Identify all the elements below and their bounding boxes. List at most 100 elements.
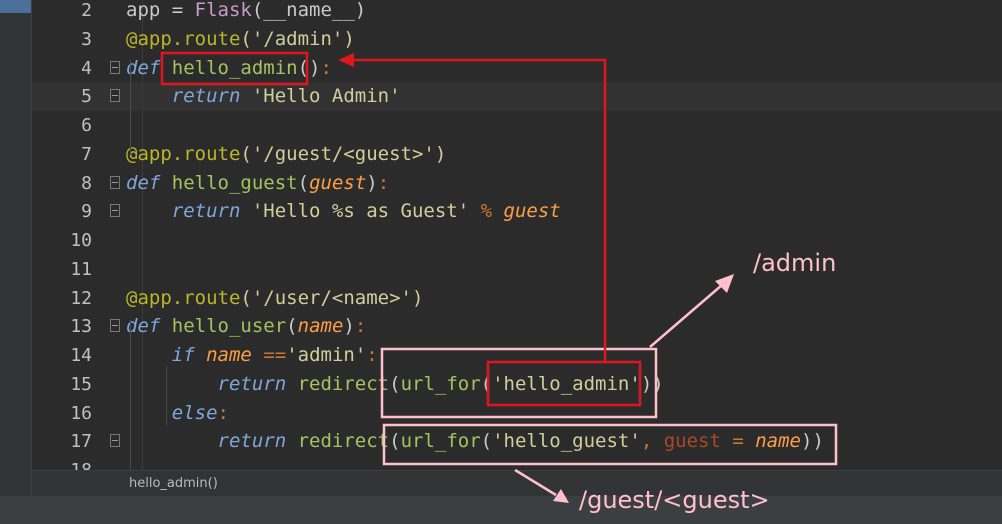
code-token: hello_admin <box>160 56 298 79</box>
fold-marker-icon[interactable] <box>110 89 120 103</box>
line-number: 12 <box>70 287 92 309</box>
code-line[interactable]: 11 <box>32 255 1002 284</box>
line-number: 16 <box>70 402 92 424</box>
code-token: ('/guest/<guest>') <box>240 142 447 165</box>
breadcrumb[interactable]: hello_admin() <box>129 471 218 496</box>
code-token: return <box>217 372 287 395</box>
code-token: () <box>297 56 321 79</box>
line-number: 10 <box>70 230 92 251</box>
code-line[interactable]: 12 @app.route('/user/<name>') <box>32 284 1002 313</box>
tool-window-tab[interactable] <box>0 0 32 13</box>
code-token: return <box>171 200 241 223</box>
indent-guide <box>130 60 131 155</box>
code-token: app <box>126 0 161 21</box>
code-text: return redirect(url_for('hello_guest', g… <box>126 427 824 456</box>
indent-guide <box>130 320 131 470</box>
code-line[interactable]: 10 <box>32 226 1002 255</box>
code-token: return <box>171 85 241 108</box>
code-token: ) <box>343 315 355 338</box>
line-number: 15 <box>70 373 92 395</box>
fold-marker-icon[interactable] <box>110 319 120 333</box>
code-token: Flask <box>194 0 252 21</box>
code-token: ('/admin') <box>240 27 355 50</box>
annotation-admin-route: /admin <box>753 249 837 277</box>
code-token: = <box>160 0 195 21</box>
code-text: return redirect(url_for('hello_admin')) <box>126 370 664 399</box>
fold-marker-icon[interactable] <box>110 175 120 189</box>
code-token: url_for <box>400 430 481 453</box>
code-token: guest <box>309 171 367 194</box>
line-number: 14 <box>70 345 92 366</box>
code-token: def <box>126 315 161 338</box>
code-line[interactable]: 9 return 'Hello %s as Guest' % guest <box>32 197 1002 226</box>
line-number: 2 <box>81 0 92 21</box>
code-line[interactable]: 2 app = Flask(__name__) <box>32 0 1002 25</box>
code-token: ( <box>297 171 310 194</box>
breadcrumb-bar: hello_admin() <box>32 470 1002 496</box>
code-line[interactable]: 3 @app.route('/admin') <box>32 25 1002 54</box>
indent-guide <box>166 366 167 425</box>
code-token: ( <box>389 430 401 453</box>
code-line[interactable]: 7 @app.route('/guest/<guest>') <box>32 140 1002 169</box>
code-token: @app.route <box>126 142 241 165</box>
code-text: @app.route('/guest/<guest>') <box>126 140 446 169</box>
line-number: 6 <box>81 115 92 136</box>
code-token: def <box>126 171 161 194</box>
line-number: 18 <box>32 456 92 470</box>
line-number: 8 <box>81 172 92 194</box>
code-token: 'admin' <box>286 344 367 366</box>
code-line[interactable]: 14 if name =='admin': <box>32 341 1002 370</box>
code-token: @app.route <box>126 27 241 50</box>
line-number: 9 <box>81 201 92 223</box>
code-token: name <box>206 344 252 366</box>
code-token: guest <box>503 200 561 223</box>
code-line[interactable]: 5 return 'Hello Admin' <box>32 82 1002 111</box>
code-text: def hello_guest(guest): <box>126 169 389 198</box>
code-line[interactable]: 8 def hello_guest(guest): <box>32 169 1002 198</box>
line-number: 4 <box>81 57 92 79</box>
code-token: 'Hello Admin' <box>240 85 401 108</box>
code-token: (__name__) <box>251 0 367 21</box>
line-number: 11 <box>70 258 92 280</box>
code-text: else: <box>126 399 229 428</box>
code-text: if name =='admin': <box>126 341 378 370</box>
code-text: return 'Hello Admin' <box>126 82 401 111</box>
code-token: , <box>640 430 664 453</box>
bottom-toolbar <box>0 496 1002 524</box>
code-token: name <box>755 430 801 453</box>
code-token: )) <box>640 372 664 395</box>
code-token: : <box>354 315 367 338</box>
code-line[interactable]: 16 else: <box>32 399 1002 428</box>
code-token: )) <box>801 430 824 453</box>
code-token: : <box>217 401 229 424</box>
annotation-guest-route: /guest/<guest> <box>579 486 770 514</box>
code-text: def hello_user(name): <box>126 312 366 341</box>
code-line[interactable]: 13 def hello_user(name): <box>32 312 1002 341</box>
code-line[interactable]: 18 <box>32 456 1002 470</box>
code-line[interactable]: 4 def hello_admin(): <box>32 54 1002 83</box>
fold-marker-icon[interactable] <box>110 204 120 218</box>
line-number: 17 <box>70 431 92 453</box>
code-token: ( <box>480 430 493 453</box>
line-number: 5 <box>81 86 92 108</box>
code-token: ('/user/<name>') <box>240 286 424 309</box>
code-token: hello_guest <box>160 171 298 194</box>
code-token: hello_user <box>160 315 287 338</box>
code-token: name <box>297 315 344 338</box>
fold-marker-icon[interactable] <box>110 60 120 74</box>
line-number: 13 <box>70 316 92 338</box>
code-token: = <box>720 430 756 453</box>
code-token: return <box>217 430 287 453</box>
code-line[interactable]: 17 return redirect(url_for('hello_guest'… <box>32 427 1002 456</box>
left-tool-strip <box>0 0 32 524</box>
line-number: 3 <box>81 28 92 50</box>
fold-marker-icon[interactable] <box>110 434 120 448</box>
code-line[interactable]: 15 return redirect(url_for('hello_admin'… <box>32 370 1002 399</box>
code-editor[interactable]: 2 app = Flask(__name__) 3 @app.route('/admi… <box>32 0 1002 470</box>
code-line[interactable]: 6 <box>32 111 1002 140</box>
